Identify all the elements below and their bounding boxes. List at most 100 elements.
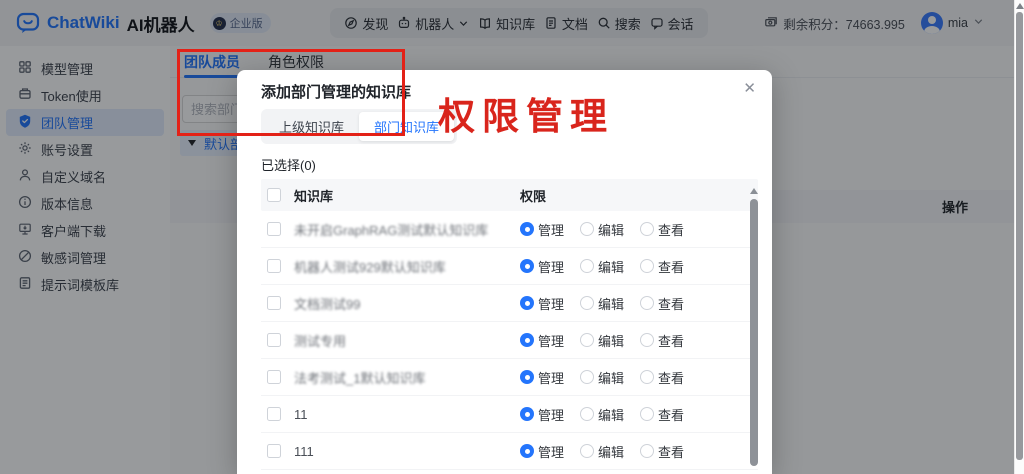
row-checkbox[interactable] <box>267 444 281 458</box>
permission-label: 管理 <box>538 294 564 313</box>
kb-table: 知识库 权限 未开启GraphRAG测试默认知识库 管理 编辑 查看 <box>261 179 758 474</box>
kb-name: 文档测试99 <box>294 294 520 313</box>
radio-icon[interactable] <box>640 333 654 347</box>
selected-count: 已选择(0) <box>261 155 748 174</box>
permission-label: 管理 <box>538 368 564 387</box>
permission-label: 编辑 <box>598 331 624 350</box>
kb-row: 11 管理 编辑 查看 <box>261 396 758 433</box>
permission-group: 管理 编辑 查看 <box>520 294 758 313</box>
radio-selected-icon[interactable] <box>520 333 534 347</box>
kb-row: OFD格式使用 管理 编辑 查看 <box>261 470 758 474</box>
row-checkbox[interactable] <box>267 333 281 347</box>
row-checkbox[interactable] <box>267 370 281 384</box>
kb-name: 11 <box>294 407 520 422</box>
permission-group: 管理 编辑 查看 <box>520 405 758 424</box>
permission-option-view[interactable]: 查看 <box>640 294 684 313</box>
permission-label: 编辑 <box>598 442 624 461</box>
permission-option-edit[interactable]: 编辑 <box>580 442 624 461</box>
tab-department-kb[interactable]: 部门知识库 <box>359 112 454 141</box>
radio-selected-icon[interactable] <box>520 259 534 273</box>
permission-option-view[interactable]: 查看 <box>640 220 684 239</box>
kb-name: 机器人测试929默认知识库 <box>294 257 520 276</box>
kb-name: 测试专用 <box>294 331 520 350</box>
kb-list: 未开启GraphRAG测试默认知识库 管理 编辑 查看 机器人测试929默认知识… <box>261 211 758 474</box>
permission-option-manage[interactable]: 管理 <box>520 294 564 313</box>
permission-option-view[interactable]: 查看 <box>640 405 684 424</box>
radio-icon[interactable] <box>640 222 654 236</box>
radio-selected-icon[interactable] <box>520 407 534 421</box>
permission-option-edit[interactable]: 编辑 <box>580 294 624 313</box>
radio-icon[interactable] <box>580 222 594 236</box>
permission-option-edit[interactable]: 编辑 <box>580 368 624 387</box>
scroll-up-icon[interactable] <box>750 188 758 194</box>
permission-option-manage[interactable]: 管理 <box>520 442 564 461</box>
radio-icon[interactable] <box>580 370 594 384</box>
row-checkbox[interactable] <box>267 407 281 421</box>
kb-table-header: 知识库 权限 <box>261 179 758 211</box>
radio-selected-icon[interactable] <box>520 370 534 384</box>
permission-label: 管理 <box>538 331 564 350</box>
permission-label: 编辑 <box>598 368 624 387</box>
permission-label: 查看 <box>658 405 684 424</box>
row-checkbox[interactable] <box>267 296 281 310</box>
permission-option-view[interactable]: 查看 <box>640 257 684 276</box>
permission-group: 管理 编辑 查看 <box>520 220 758 239</box>
permission-label: 查看 <box>658 368 684 387</box>
radio-icon[interactable] <box>580 259 594 273</box>
radio-selected-icon[interactable] <box>520 444 534 458</box>
row-checkbox[interactable] <box>267 222 281 236</box>
modal-scrollbar-thumb[interactable] <box>750 199 758 466</box>
permission-option-view[interactable]: 查看 <box>640 442 684 461</box>
radio-icon[interactable] <box>580 296 594 310</box>
radio-icon[interactable] <box>640 296 654 310</box>
radio-icon[interactable] <box>580 444 594 458</box>
permission-label: 管理 <box>538 405 564 424</box>
radio-selected-icon[interactable] <box>520 222 534 236</box>
permission-option-manage[interactable]: 管理 <box>520 257 564 276</box>
tab-parent-kb[interactable]: 上级知识库 <box>264 112 359 141</box>
radio-icon[interactable] <box>580 333 594 347</box>
permission-option-manage[interactable]: 管理 <box>520 331 564 350</box>
permission-label: 查看 <box>658 257 684 276</box>
radio-icon[interactable] <box>640 370 654 384</box>
kb-row: 未开启GraphRAG测试默认知识库 管理 编辑 查看 <box>261 211 758 248</box>
permission-label: 查看 <box>658 331 684 350</box>
permission-option-edit[interactable]: 编辑 <box>580 220 624 239</box>
permission-group: 管理 编辑 查看 <box>520 257 758 276</box>
kb-source-tabs: 上级知识库 部门知识库 <box>261 109 457 144</box>
select-all-checkbox[interactable] <box>267 188 281 202</box>
kb-column-header: 知识库 <box>294 186 520 205</box>
permission-group: 管理 编辑 查看 <box>520 442 758 461</box>
permission-option-view[interactable]: 查看 <box>640 331 684 350</box>
kb-row: 文档测试99 管理 编辑 查看 <box>261 285 758 322</box>
kb-name: 111 <box>294 444 520 459</box>
permission-group: 管理 编辑 查看 <box>520 331 758 350</box>
row-checkbox[interactable] <box>267 259 281 273</box>
radio-selected-icon[interactable] <box>520 296 534 310</box>
kb-row: 机器人测试929默认知识库 管理 编辑 查看 <box>261 248 758 285</box>
app-root: ChatWiki AI机器人 ♔ 企业版 发现 机器人 <box>0 0 1024 474</box>
kb-name: 未开启GraphRAG测试默认知识库 <box>294 220 520 239</box>
scroll-up-icon[interactable] <box>1016 3 1024 9</box>
page-scrollbar-thumb[interactable] <box>1016 12 1023 460</box>
permission-option-manage[interactable]: 管理 <box>520 220 564 239</box>
permission-option-manage[interactable]: 管理 <box>520 368 564 387</box>
permission-label: 编辑 <box>598 294 624 313</box>
permission-option-edit[interactable]: 编辑 <box>580 257 624 276</box>
permission-option-edit[interactable]: 编辑 <box>580 405 624 424</box>
radio-icon[interactable] <box>640 407 654 421</box>
kb-row: 111 管理 编辑 查看 <box>261 433 758 470</box>
add-kb-modal: ✕ 添加部门管理的知识库 上级知识库 部门知识库 已选择(0) 知识库 权限 未… <box>237 70 772 474</box>
permission-option-edit[interactable]: 编辑 <box>580 331 624 350</box>
permission-option-manage[interactable]: 管理 <box>520 405 564 424</box>
radio-icon[interactable] <box>640 259 654 273</box>
radio-icon[interactable] <box>640 444 654 458</box>
permission-option-view[interactable]: 查看 <box>640 368 684 387</box>
close-icon[interactable]: ✕ <box>743 81 756 96</box>
kb-row: 法考测试_1默认知识库 管理 编辑 查看 <box>261 359 758 396</box>
permission-label: 管理 <box>538 220 564 239</box>
permission-label: 管理 <box>538 442 564 461</box>
radio-icon[interactable] <box>580 407 594 421</box>
permission-label: 查看 <box>658 294 684 313</box>
permission-label: 查看 <box>658 442 684 461</box>
